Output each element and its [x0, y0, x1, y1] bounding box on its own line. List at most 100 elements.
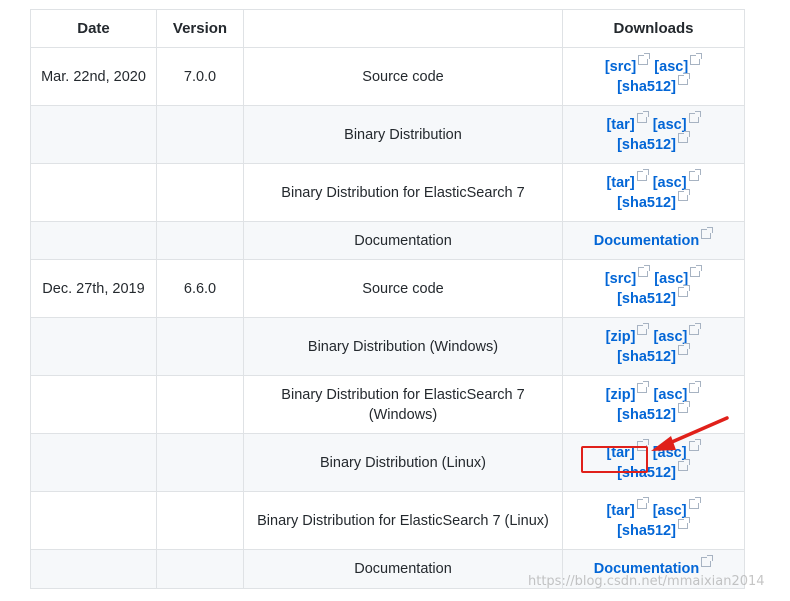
description-cell: Binary Distribution for ElasticSearch 7: [243, 163, 563, 222]
download-link-asc[interactable]: [asc]: [654, 264, 703, 287]
table-row: Binary Distribution for ElasticSearch 7[…: [30, 163, 745, 222]
releases-table: Date Version Downloads Mar. 22nd, 2020 7.…: [30, 9, 745, 589]
external-link-icon: [690, 264, 703, 277]
version-cell: [156, 163, 244, 222]
download-link-label: [sha512]: [617, 290, 676, 307]
description-cell: Binary Distribution (Windows): [243, 317, 563, 376]
external-link-icon: [677, 400, 690, 413]
download-link-label: [asc]: [653, 328, 688, 345]
download-link-tar[interactable]: [tar]: [606, 496, 649, 519]
download-link-sha512[interactable]: [sha512]: [617, 342, 690, 365]
download-link-label: [src]: [604, 270, 637, 287]
releases-table-container: Date Version Downloads Mar. 22nd, 2020 7.…: [30, 9, 745, 589]
version-cell: [156, 491, 244, 550]
download-link-asc[interactable]: [asc]: [653, 322, 702, 345]
external-link-icon: [677, 516, 690, 529]
date-cell: [30, 221, 157, 260]
table-row: Binary Distribution for ElasticSearch 7 …: [30, 491, 745, 550]
download-link-asc[interactable]: [asc]: [652, 168, 701, 191]
external-link-icon: [638, 264, 651, 277]
download-link-sha512[interactable]: [sha512]: [617, 516, 690, 539]
table-body: Mar. 22nd, 2020 7.0.0 Source code [src] [as…: [30, 47, 745, 589]
external-link-icon: [701, 226, 714, 239]
table-row: Documentation Documentation: [30, 221, 745, 260]
table-row: Binary Distribution [tar] [asc] [sha512]: [30, 105, 745, 164]
download-link-asc[interactable]: [asc]: [653, 380, 702, 403]
header-date: Date: [30, 9, 157, 48]
description-cell: Binary Distribution for ElasticSearch 7 …: [243, 491, 563, 550]
description-cell: Source code: [243, 259, 563, 318]
date-cell: Dec. 27th, 2019: [30, 259, 157, 318]
download-link-sha512[interactable]: [sha512]: [617, 188, 690, 211]
external-link-icon: [636, 110, 649, 123]
date-cell: [30, 317, 157, 376]
downloads-cell: [src] [asc] [sha512]: [562, 47, 745, 106]
download-link-sha512[interactable]: [sha512]: [617, 130, 690, 153]
download-link-label: [tar]: [606, 174, 635, 191]
download-link-label: [sha512]: [617, 78, 676, 95]
date-cell: [30, 375, 157, 434]
arrow-icon: [651, 416, 729, 451]
download-link-label: [tar]: [606, 116, 635, 133]
external-link-icon: [637, 322, 650, 335]
download-link-zip[interactable]: [zip]: [605, 322, 650, 345]
downloads-cell: Documentation: [562, 221, 745, 260]
external-link-icon: [689, 322, 702, 335]
download-link-documentation[interactable]: Documentation: [593, 226, 714, 249]
download-link-label: [sha512]: [617, 522, 676, 539]
external-link-icon: [688, 110, 701, 123]
download-link-label: [asc]: [652, 174, 687, 191]
description-cell: Binary Distribution: [243, 105, 563, 164]
date-cell: [30, 163, 157, 222]
description-cell: Binary Distribution (Linux): [243, 433, 563, 492]
downloads-cell: [tar] [asc] [sha512]: [562, 163, 745, 222]
download-link-label: [zip]: [605, 386, 636, 403]
download-link-label: [src]: [604, 58, 637, 75]
table-row: Dec. 27th, 2019 6.6.0 Source code [src] [as…: [30, 259, 745, 318]
external-link-icon: [636, 496, 649, 509]
download-link-src[interactable]: [src]: [604, 52, 651, 75]
external-link-icon: [689, 380, 702, 393]
download-link-label: [sha512]: [617, 136, 676, 153]
external-link-icon: [677, 130, 690, 143]
table-row: Mar. 22nd, 2020 7.0.0 Source code [src] [as…: [30, 47, 745, 106]
downloads-cell: [zip] [asc] [sha512]: [562, 317, 745, 376]
download-link-label: [sha512]: [617, 194, 676, 211]
external-link-icon: [636, 168, 649, 181]
external-link-icon: [638, 52, 651, 65]
table-header-row: Date Version Downloads: [30, 9, 745, 48]
download-link-tar[interactable]: [tar]: [606, 110, 649, 133]
description-cell: Documentation: [243, 549, 563, 589]
download-link-asc[interactable]: [asc]: [652, 110, 701, 133]
download-link-sha512[interactable]: [sha512]: [617, 284, 690, 307]
download-link-tar[interactable]: [tar]: [606, 168, 649, 191]
table-row: Binary Distribution (Windows) [zip] [asc]…: [30, 317, 745, 376]
download-link-label: Documentation: [593, 232, 700, 249]
download-link-asc[interactable]: [asc]: [654, 52, 703, 75]
download-link-zip[interactable]: [zip]: [605, 380, 650, 403]
downloads-cell: [src] [asc] [sha512]: [562, 259, 745, 318]
external-link-icon: [677, 284, 690, 297]
external-link-icon: [677, 72, 690, 85]
download-link-label: [zip]: [605, 328, 636, 345]
version-cell: [156, 317, 244, 376]
download-link-sha512[interactable]: [sha512]: [617, 72, 690, 95]
download-link-label: [tar]: [606, 502, 635, 519]
date-cell: [30, 549, 157, 589]
version-cell: [156, 433, 244, 492]
date-cell: Mar. 22nd, 2020: [30, 47, 157, 106]
version-cell: [156, 375, 244, 434]
external-link-icon: [690, 52, 703, 65]
external-link-icon: [688, 496, 701, 509]
version-cell: [156, 549, 244, 589]
version-cell: 6.6.0: [156, 259, 244, 318]
external-link-icon: [701, 555, 714, 567]
description-cell: Documentation: [243, 221, 563, 260]
download-link-src[interactable]: [src]: [604, 264, 651, 287]
watermark: https://blog.csdn.net/mmaixian2014: [528, 574, 765, 589]
external-link-icon: [688, 168, 701, 181]
download-link-asc[interactable]: [asc]: [653, 496, 701, 519]
download-link-label: [asc]: [652, 116, 687, 133]
description-cell: Source code: [243, 47, 563, 106]
external-link-icon: [677, 458, 690, 471]
